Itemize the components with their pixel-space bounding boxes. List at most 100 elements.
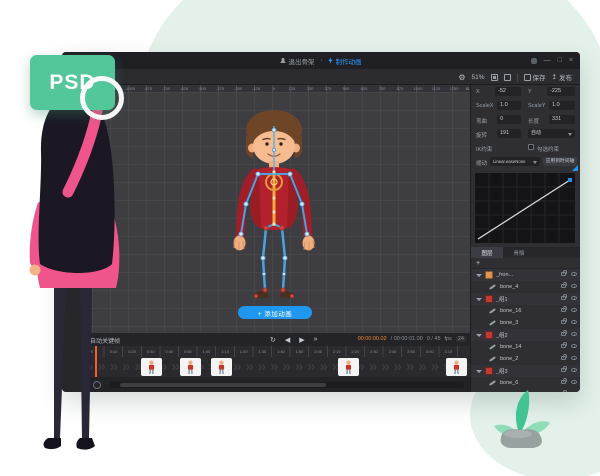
visibility-eye-icon[interactable] [571, 320, 577, 324]
prop-input-length[interactable]: 331 [549, 115, 575, 124]
prop-input-rotation[interactable]: 191 [497, 129, 521, 138]
animation-canvas[interactable]: + 添加动画 [92, 92, 470, 333]
tab-layers[interactable]: 图层 [471, 247, 503, 258]
lock-icon[interactable] [561, 368, 566, 372]
breadcrumb-exit-skeleton[interactable]: 退出骨架 [281, 56, 315, 66]
timeline-ruler-label: 2:00 [314, 349, 322, 354]
maximize-button[interactable]: □ [558, 57, 562, 64]
fullscreen-icon[interactable] [504, 74, 511, 81]
visibility-eye-icon[interactable] [571, 332, 577, 336]
visibility-eye-icon[interactable] [571, 284, 577, 288]
bone-icon [489, 284, 496, 290]
timeline-scrollbar[interactable] [109, 382, 464, 388]
layer-row-_2[interactable]: _组2 [471, 329, 580, 341]
lock-icon[interactable] [561, 320, 566, 324]
layer-row-bone_2[interactable]: bone_2 [471, 353, 580, 365]
lock-icon[interactable] [561, 332, 566, 336]
rigged-character[interactable] [222, 108, 327, 313]
layer-thumbnail [485, 331, 493, 339]
timeline-scrollbar-thumb[interactable] [120, 383, 326, 387]
timeline-ruler-label: 1:00 [203, 349, 211, 354]
visibility-eye-icon[interactable] [571, 380, 577, 384]
layer-row-bone_4[interactable]: bone_4 [471, 281, 580, 293]
lock-icon[interactable] [561, 272, 566, 276]
layer-name: _fron... [496, 272, 513, 278]
layer-thumbnail [485, 271, 493, 279]
settings-gear-icon[interactable]: ⚙ [458, 73, 465, 82]
visibility-eye-icon[interactable] [571, 344, 577, 348]
breadcrumb-make-animation[interactable]: 制作动画 [329, 56, 362, 66]
visibility-eye-icon[interactable] [571, 356, 577, 360]
lock-icon[interactable] [561, 344, 566, 348]
expand-caret-icon[interactable] [476, 334, 482, 337]
ruler-label: -625 [180, 86, 188, 91]
step-forward-icon[interactable]: » [314, 336, 318, 343]
lock-icon[interactable] [561, 356, 566, 360]
ruler-label: 875 [397, 86, 404, 91]
loop-icon[interactable]: ↻ [270, 336, 276, 344]
prop-label-bend: 弯曲 [476, 117, 487, 125]
fit-view-icon[interactable] [491, 74, 498, 81]
keyframe-thumbnail[interactable] [180, 358, 201, 376]
easing-curve-editor[interactable] [475, 173, 575, 243]
prop-input-y[interactable]: -225 [547, 87, 575, 96]
lock-icon[interactable] [561, 296, 566, 300]
publish-button[interactable]: ↥ 发布 [552, 72, 572, 82]
visibility-eye-icon[interactable] [571, 368, 577, 372]
resize-handle[interactable] [572, 165, 578, 171]
visibility-eye-icon[interactable] [571, 308, 577, 312]
person-icon [281, 58, 286, 63]
keyframe-thumbnail[interactable] [211, 358, 232, 376]
layer-name: _组2 [496, 331, 508, 339]
prop-input-x[interactable]: -52 [495, 87, 521, 96]
transport-controls: ↻ ◀ ▶ » [270, 333, 318, 346]
visibility-eye-icon[interactable] [571, 296, 577, 300]
add-layer-button[interactable]: + [471, 258, 580, 269]
play-icon[interactable]: ▶ [299, 336, 304, 344]
minimize-button[interactable]: — [544, 57, 551, 64]
step-back-icon[interactable]: ◀ [285, 336, 290, 344]
layer-row-bone_16[interactable]: bone_16 [471, 305, 580, 317]
prop-input-scaley[interactable]: 1.0 [549, 101, 575, 110]
lock-icon[interactable] [561, 380, 566, 384]
expand-caret-icon[interactable] [476, 274, 482, 277]
toolbar-divider [517, 73, 518, 82]
keyframe-thumbnail[interactable] [446, 358, 467, 376]
publish-label: 发布 [559, 72, 572, 82]
layer-row-bone_3[interactable]: bone_3 [471, 317, 580, 329]
prop-input-bend[interactable]: 0 [497, 115, 521, 124]
constraint-checkbox[interactable] [528, 144, 534, 150]
window-controls: — □ × [531, 52, 573, 69]
layers-tab-bar: 图层 骨骼 [471, 247, 580, 258]
layer-name: bone_16 [500, 308, 521, 314]
orientation-dropdown[interactable]: 自动 [528, 129, 575, 138]
timecode-total: / 00:00:01.00 [391, 336, 423, 342]
lock-icon[interactable] [561, 308, 566, 312]
timeline-ruler-label: 2:40 [389, 349, 397, 354]
save-button[interactable]: 保存 [524, 72, 546, 82]
ruler-label: -500 [198, 86, 206, 91]
keyframe-thumbnail[interactable] [338, 358, 359, 376]
close-button[interactable]: × [569, 57, 573, 64]
fps-value[interactable]: 24 [456, 336, 466, 342]
layer-row-bone_14[interactable]: bone_14 [471, 341, 580, 353]
user-avatar-icon[interactable] [531, 58, 537, 64]
prop-input-scalex[interactable]: 1.0 [497, 101, 521, 110]
timeline-ruler-label: 2:20 [351, 349, 359, 354]
layer-row-_3[interactable]: _组3 [471, 365, 580, 377]
tab-bones[interactable]: 骨骼 [503, 247, 535, 258]
expand-caret-icon[interactable] [476, 298, 482, 301]
layer-row-_fron[interactable]: _fron... [471, 269, 580, 281]
add-animation-button[interactable]: + 添加动画 [238, 306, 312, 319]
easing-dropdown[interactable]: Linear.easeNone [490, 157, 540, 166]
visibility-eye-icon[interactable] [571, 272, 577, 276]
decorative-ring [80, 76, 124, 120]
prop-label-scalex: ScaleX [476, 103, 493, 109]
zoom-level[interactable]: 51% [472, 74, 485, 81]
layer-row-_1[interactable]: _组1 [471, 293, 580, 305]
lock-icon[interactable] [561, 284, 566, 288]
expand-caret-icon[interactable] [476, 370, 482, 373]
prop-label-y: Y [528, 89, 532, 95]
layer-name: bone_2 [500, 356, 518, 362]
save-icon [524, 74, 531, 81]
